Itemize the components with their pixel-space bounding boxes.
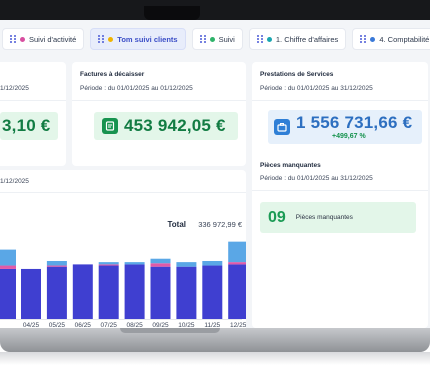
factures-card: Factures à décaisser Période : du 01/01/… <box>72 62 246 166</box>
camera-notch <box>144 6 200 20</box>
drag-handle-icon[interactable] <box>199 35 206 43</box>
card-divider <box>0 100 66 101</box>
card-period: Période : du 01/01/2025 au 31/12/2025 <box>260 85 373 92</box>
laptop-shadow <box>0 352 430 365</box>
briefcase-icon <box>274 119 290 135</box>
chart-card: 1/12/2025 Total 336 972,99 €04/25 05/25 06/… <box>0 170 246 328</box>
chart-bar-intérêts-08-25 <box>124 262 145 265</box>
chart-bar-capital-04-25 <box>21 268 41 319</box>
chart-bar-frais-07-25 <box>98 264 119 266</box>
card-divider <box>252 190 428 191</box>
chart-bar-capital-12-25 <box>228 264 246 319</box>
card-title: Prestations de Services <box>260 71 334 78</box>
chart-bar-capital-07-25 <box>98 265 119 319</box>
chart-bar-partial-frais <box>0 265 16 269</box>
tab-label: 1. Chiffre d'affaires <box>275 34 339 44</box>
card-period: Période : du 01/01/2025 au 01/12/2025 <box>80 85 193 92</box>
pieces-value-box: 09 Pièces manquantes <box>260 202 416 233</box>
chart-bar-intérêts-07-25 <box>98 262 119 265</box>
kpi-value: 3,10 € <box>2 116 51 135</box>
pieces-card: Pièces manquantes Période : du 01/01/202… <box>252 152 428 328</box>
card-period-fragment: 1/12/2025 <box>0 85 29 92</box>
chart-bar-intérêts-10-25 <box>176 262 197 267</box>
card-divider <box>72 100 246 101</box>
chart-bar-intérêts-09-25 <box>150 258 171 264</box>
stacked-bar-chart: Total 336 972,99 €04/25 05/25 06/25 07/25 08/… <box>0 220 246 328</box>
left-partial-card: 1/12/2025 3,10 € <box>0 62 66 166</box>
receipt-icon <box>102 118 118 134</box>
chart-bar-capital-09-25 <box>150 266 171 319</box>
chart-total-value: 336 972,99 € <box>198 220 243 229</box>
kpi-value-box: 453 942,05 € <box>94 112 238 140</box>
tab-comptabilite[interactable]: 4. Comptabilité <box>352 28 430 50</box>
tab-chiffre-affaires[interactable]: 1. Chiffre d'affaires <box>248 28 347 50</box>
chart-bar-capital-06-25 <box>72 264 93 319</box>
card-divider <box>252 100 428 101</box>
card-title: Factures à décaisser <box>80 71 145 78</box>
laptop-base-notch <box>120 328 220 333</box>
tab-color-dot <box>266 36 272 42</box>
chart-bar-frais-09-25 <box>150 263 171 267</box>
pieces-label: Pièces manquantes <box>295 214 353 221</box>
tab-tom-suivi-clients[interactable]: Tom suivi clients <box>90 28 186 50</box>
chart-bar-partial-capital <box>0 268 16 319</box>
tab-label: Suivi d'activité <box>29 34 77 44</box>
drag-handle-icon[interactable] <box>360 35 367 43</box>
tab-label: 4. Comptabilité <box>379 34 430 44</box>
chart-bar-capital-05-25 <box>46 266 67 319</box>
kpi-delta: +499,67 % <box>332 133 366 140</box>
laptop-base <box>0 328 430 352</box>
tab-bar: Suivi d'activité Tom suivi clients Suivi… <box>0 24 430 54</box>
chart-bar-capital-08-25 <box>124 264 145 319</box>
chart-bar-intérêts-05-25 <box>46 260 67 266</box>
chart-bar-intérêts-11-25 <box>202 260 223 266</box>
tab-color-dot <box>20 36 25 42</box>
chart-bar-capital-11-25 <box>202 265 223 319</box>
dashboard-screen: Suivi d'activité Tom suivi clients Suivi… <box>0 20 430 328</box>
chart-bar-frais-05-25 <box>46 265 67 267</box>
pieces-count: 09 <box>268 208 286 226</box>
tab-color-dot <box>108 36 114 42</box>
chart-bar-capital-10-25 <box>176 266 197 319</box>
chart-bar-frais-12-25 <box>228 262 246 265</box>
tab-label: Suivi <box>218 34 235 44</box>
chart-bar-partial-intérêts <box>0 249 16 266</box>
prestations-card: Prestations de Services Période : du 01/… <box>252 62 428 166</box>
drag-handle-icon[interactable] <box>98 35 105 43</box>
drag-handle-icon[interactable] <box>10 35 16 43</box>
tab-suivi[interactable]: Suivi <box>191 28 243 50</box>
chart-total-label: Total <box>167 220 186 229</box>
card-title: Pièces manquantes <box>260 162 321 169</box>
tab-label: Tom suivi clients <box>117 34 178 44</box>
kpi-value-box: 3,10 € <box>0 112 58 140</box>
kpi-value: 453 942,05 € <box>124 116 226 135</box>
kpi-value: 1 556 731,66 € <box>296 113 413 132</box>
tab-color-dot <box>370 36 376 42</box>
card-period: Période : du 01/01/2025 au 31/12/2025 <box>260 175 373 182</box>
drag-handle-icon[interactable] <box>256 35 263 43</box>
chart-bar-intérêts-12-25 <box>228 241 246 263</box>
tab-color-dot <box>209 36 215 42</box>
tab-suivi-activite[interactable]: Suivi d'activité <box>2 28 85 50</box>
